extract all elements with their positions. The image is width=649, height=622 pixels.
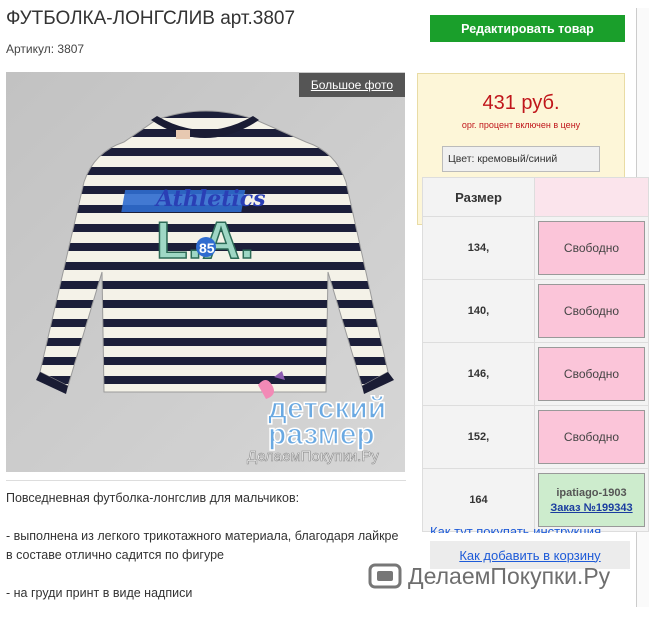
- big-photo-link[interactable]: Большое фото: [298, 73, 405, 97]
- price-note: орг. процент включен в цену: [461, 120, 581, 130]
- longsleeve-image: Athletics L.A. 85 детский размер ДелаемП…: [6, 72, 405, 472]
- size-value: 164: [422, 468, 535, 532]
- buyer-name: ipatiago-1903: [556, 486, 627, 499]
- size-value: 146,: [422, 342, 535, 406]
- size-slot-free[interactable]: Свободно: [538, 284, 645, 338]
- product-description: Повседневная футболка-лонгслив для мальч…: [6, 480, 406, 622]
- product-photo[interactable]: Athletics L.A. 85 детский размер ДелаемП…: [6, 72, 405, 472]
- description-point-1: - выполнена из легкого трикотажного мате…: [6, 529, 399, 562]
- brand-logo-site: ДелаемПокупки.Ру: [247, 448, 379, 465]
- color-value: кремовый/синий: [477, 153, 558, 165]
- size-slot-free[interactable]: Свободно: [538, 347, 645, 401]
- size-table-header: Размер: [422, 177, 649, 217]
- size-value: 140,: [422, 279, 535, 343]
- size-value: 134,: [422, 216, 535, 280]
- edit-product-button[interactable]: Редактировать товар: [430, 15, 625, 42]
- table-row: 164 ipatiago-1903 Заказ №199343: [422, 468, 649, 532]
- how-to-buy-link[interactable]: Как тут покупать инструкция: [430, 524, 601, 533]
- status-header: [534, 177, 649, 217]
- color-label: Цвет:: [448, 153, 475, 165]
- how-to-add-link[interactable]: Как добавить в корзину: [459, 548, 600, 563]
- description-divider: [6, 480, 406, 481]
- svg-text:85: 85: [199, 240, 215, 256]
- size-slot-free[interactable]: Свободно: [538, 221, 645, 275]
- svg-text:Athletics: Athletics: [154, 186, 266, 212]
- brand-logo-line2: размер: [268, 418, 375, 451]
- color-select[interactable]: Цвет: кремовый/синий: [442, 146, 600, 172]
- table-row: 134, Свободно: [422, 216, 649, 280]
- product-title: ФУТБОЛКА-ЛОНГСЛИВ арт.3807: [6, 8, 296, 29]
- table-row: 152, Свободно: [422, 405, 649, 469]
- watermark-text: ДелаемПокупки.Ру: [408, 562, 611, 589]
- size-slot-free[interactable]: Свободно: [538, 410, 645, 464]
- size-value: 152,: [422, 405, 535, 469]
- order-link[interactable]: Заказ №199343: [550, 502, 632, 514]
- size-table: Размер 134, Свободно 140, Свободно 146, …: [422, 177, 649, 532]
- size-header: Размер: [422, 177, 535, 217]
- size-slot-taken: ipatiago-1903 Заказ №199343: [538, 473, 645, 527]
- price-value: 431 руб.: [482, 92, 560, 114]
- description-point-2: - на груди принт в виде надписи: [6, 586, 193, 600]
- watermark-logo-icon: [368, 563, 402, 589]
- product-sku: Артикул: 3807: [6, 42, 85, 56]
- description-intro: Повседневная футболка-лонгслив для мальч…: [6, 491, 300, 505]
- site-watermark: ДелаемПокупки.Ру: [368, 562, 610, 590]
- table-row: 140, Свободно: [422, 279, 649, 343]
- table-row: 146, Свободно: [422, 342, 649, 406]
